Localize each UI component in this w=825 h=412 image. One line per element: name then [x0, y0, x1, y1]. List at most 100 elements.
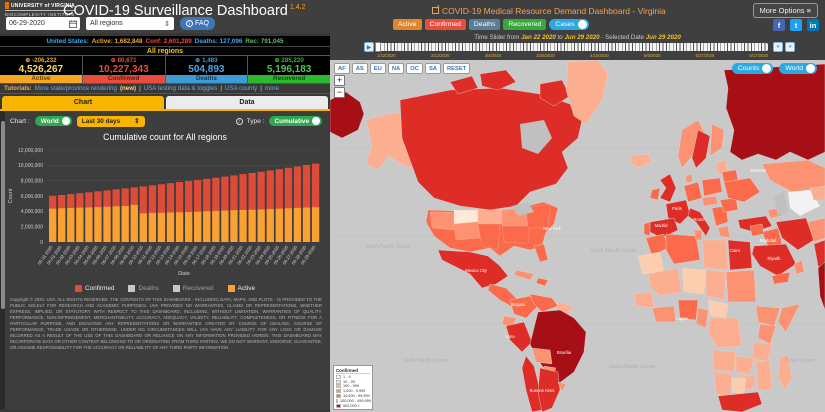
map-region-button-oc[interactable]: OC — [406, 63, 423, 74]
country-zambia[interactable] — [736, 356, 754, 374]
tutorial-link-county[interactable]: USA county — [225, 85, 257, 92]
tutorial-link-testing[interactable]: USA testing data & toggles — [144, 85, 218, 92]
date-input[interactable]: 06-29-2020 — [6, 17, 80, 30]
bar-active[interactable] — [230, 210, 237, 242]
vertical-scrollbar[interactable] — [0, 111, 5, 409]
bar-active[interactable] — [276, 209, 283, 242]
country-libya[interactable] — [702, 240, 728, 270]
zoom-out-button[interactable]: − — [334, 87, 345, 98]
country-iceland[interactable] — [630, 154, 652, 168]
bar-active[interactable] — [167, 212, 174, 242]
country-mozambique[interactable] — [756, 360, 772, 390]
country-finland[interactable] — [710, 124, 724, 156]
bar-active[interactable] — [312, 207, 319, 242]
country-angola[interactable] — [712, 350, 736, 372]
world-toggle[interactable]: World — [779, 63, 817, 74]
canada-arctic-island[interactable] — [480, 70, 516, 90]
map-region-button-eu[interactable]: EU — [370, 63, 386, 74]
country-belarus[interactable] — [722, 170, 738, 182]
legend-item-active[interactable]: Active — [228, 285, 255, 292]
legend-item-confirmed[interactable]: Confirmed — [75, 285, 114, 292]
linkedin-icon[interactable]: in — [807, 19, 819, 31]
bar-active[interactable] — [58, 208, 65, 242]
faq-button[interactable]: i FAQ — [180, 17, 215, 30]
country-austria-czech[interactable] — [702, 196, 718, 206]
map-region-button-af[interactable]: AF — [334, 63, 350, 74]
country-canada[interactable] — [400, 88, 582, 210]
legend-item-recovered[interactable]: Recovered — [173, 285, 214, 292]
bar-active[interactable] — [248, 210, 255, 242]
country-hispaniola[interactable] — [536, 278, 548, 286]
bar-active[interactable] — [131, 205, 138, 242]
tab-chart[interactable]: Chart — [2, 96, 164, 109]
case-button-deaths[interactable]: Deaths — [469, 19, 501, 30]
tab-data[interactable]: Data — [166, 96, 328, 109]
country-somalia[interactable] — [778, 304, 800, 332]
scrollbar-thumb[interactable] — [1, 121, 5, 309]
map-region-button-na[interactable]: NA — [388, 63, 404, 74]
country-denmark[interactable] — [686, 174, 692, 182]
country-ireland[interactable] — [650, 188, 660, 200]
facebook-icon[interactable]: f — [773, 19, 785, 31]
country-niger[interactable] — [682, 268, 706, 294]
zoom-in-button[interactable]: + — [334, 75, 345, 86]
country-egypt[interactable] — [728, 240, 752, 270]
map-region-button-as[interactable]: AS — [352, 63, 368, 74]
bar-active[interactable] — [49, 209, 56, 242]
bar-active[interactable] — [285, 208, 292, 242]
bar-active[interactable] — [158, 213, 165, 242]
slider-step-forward-button[interactable]: » — [785, 42, 795, 52]
country-botswana[interactable] — [732, 378, 746, 394]
more-options-button[interactable]: More Options ≡ — [753, 3, 818, 18]
play-button[interactable]: ▶ — [364, 42, 374, 52]
range-select[interactable]: Last 30 days⇕ — [77, 116, 145, 127]
world-toggle[interactable]: World — [35, 116, 72, 126]
country-algeria[interactable] — [666, 234, 700, 264]
country-uk[interactable] — [660, 174, 676, 202]
bar-active[interactable] — [76, 208, 83, 242]
slider-track[interactable] — [377, 43, 768, 51]
bar-active[interactable] — [67, 208, 74, 242]
bar-active[interactable] — [203, 211, 210, 242]
resource-dashboard-link[interactable]: COVID-19 Medical Resource Demand Dashboa… — [432, 6, 666, 16]
bar-active[interactable] — [212, 211, 219, 242]
bar-active[interactable] — [103, 207, 110, 242]
country-ukraine[interactable] — [724, 178, 760, 202]
country-portugal[interactable] — [644, 222, 650, 236]
country-russia[interactable] — [724, 64, 825, 160]
country-india[interactable] — [818, 262, 825, 310]
bar-active[interactable] — [176, 212, 183, 242]
country-oman[interactable] — [794, 260, 804, 274]
slider-step-back-button[interactable]: « — [773, 42, 783, 52]
twitter-icon[interactable]: t — [790, 19, 802, 31]
country-bolivia[interactable] — [532, 348, 552, 364]
country-mauritania[interactable] — [638, 252, 664, 274]
bar-active[interactable] — [85, 208, 92, 243]
bar-active[interactable] — [267, 209, 274, 242]
country-drc[interactable] — [708, 318, 742, 348]
country-car[interactable] — [708, 300, 728, 318]
case-button-recovered[interactable]: Recovered — [503, 19, 546, 30]
bar-active[interactable] — [149, 213, 156, 242]
bar-active[interactable] — [194, 212, 201, 242]
country-iraq[interactable] — [762, 228, 782, 246]
country-namibia[interactable] — [714, 372, 732, 396]
bar-active[interactable] — [185, 212, 192, 242]
country-syria[interactable] — [750, 224, 764, 236]
country-chad[interactable] — [706, 270, 726, 300]
bar-active[interactable] — [239, 210, 246, 242]
bar-active[interactable] — [94, 207, 101, 242]
cases-toggle[interactable]: Cases — [549, 19, 588, 30]
slider-handle[interactable] — [375, 42, 381, 52]
country-tanzania[interactable] — [752, 342, 772, 362]
country-senegal-guinea[interactable] — [634, 292, 654, 308]
country-cuba[interactable] — [514, 270, 534, 280]
country-ghana-ivory[interactable] — [652, 306, 676, 322]
map-region-button-sa[interactable]: SA — [425, 63, 441, 74]
case-button-active[interactable]: Active — [393, 19, 422, 30]
map-region-button-reset[interactable]: RESET — [443, 63, 470, 74]
bar-active[interactable] — [294, 208, 301, 242]
country-germany[interactable] — [684, 182, 702, 202]
country-cameroon[interactable] — [696, 308, 708, 328]
bar-active[interactable] — [221, 211, 228, 242]
